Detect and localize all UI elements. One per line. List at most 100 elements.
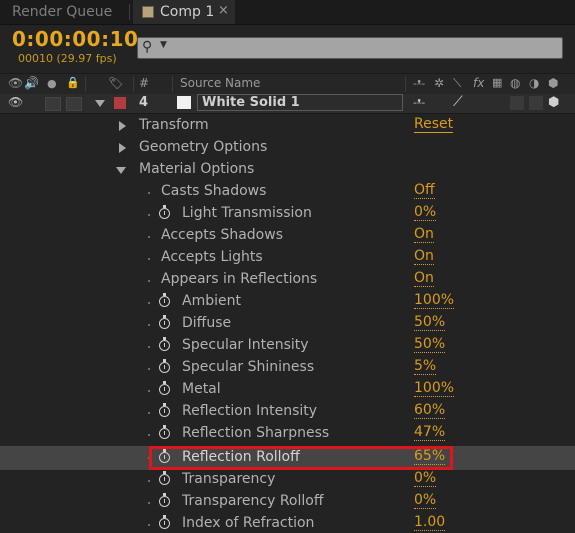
lock-toggle[interactable] — [66, 97, 82, 111]
chevron-down-icon[interactable]: ▼ — [160, 40, 167, 50]
tree-dot — [148, 434, 150, 436]
label-tag-icon[interactable]: 🏷 — [108, 76, 123, 90]
property-row[interactable]: Light Transmission 0% — [0, 203, 575, 225]
property-value[interactable]: On — [414, 249, 434, 265]
property-row[interactable]: Metal 100% — [0, 379, 575, 401]
column-divider — [405, 76, 406, 92]
panel-tab-bar: Render Queue Comp 1 × — [0, 0, 575, 25]
layer-expand-icon[interactable] — [95, 100, 105, 107]
stopwatch-icon[interactable] — [159, 403, 170, 417]
stopwatch-icon[interactable] — [159, 337, 170, 351]
property-row[interactable]: Diffuse 50% — [0, 313, 575, 335]
property-value[interactable]: 47% — [414, 425, 446, 441]
layer-row[interactable]: 👁 4 White Solid 1 -ᵜ- ⟋ ⬢ — [0, 94, 575, 114]
property-label: Light Transmission — [182, 205, 312, 221]
property-value[interactable]: 100% — [414, 381, 455, 397]
property-value[interactable]: 1.00 — [414, 515, 446, 531]
tab-comp-1[interactable]: Comp 1 × — [133, 0, 235, 24]
property-label: Transparency Rolloff — [182, 493, 324, 509]
close-icon[interactable]: × — [218, 0, 229, 23]
layer-name-field[interactable]: White Solid 1 — [197, 94, 403, 111]
property-value[interactable]: 0% — [414, 205, 437, 221]
property-value[interactable]: Off — [414, 183, 435, 199]
expand-arrow-icon[interactable] — [119, 143, 126, 153]
quality-switch-icon[interactable]: ⟋ — [453, 94, 463, 110]
3d-layer-switch-icon[interactable]: ⬢ — [548, 95, 559, 110]
property-row[interactable]: Accepts Shadows On — [0, 225, 575, 247]
property-value[interactable]: 50% — [414, 315, 446, 331]
stopwatch-icon[interactable] — [159, 293, 170, 307]
property-row[interactable]: Accepts Lights On — [0, 247, 575, 269]
tree-dot — [148, 214, 150, 216]
stopwatch-icon[interactable] — [159, 425, 170, 439]
eye-icon[interactable]: 👁 — [8, 95, 23, 109]
adjustment-switch[interactable] — [529, 96, 543, 110]
timeline-header: 0:00:00:10 00010 (29.97 fps) ⚲ ▼ — [0, 25, 575, 71]
property-row[interactable]: Index of Refraction 1.00 — [0, 513, 575, 533]
property-value[interactable]: On — [414, 227, 434, 243]
property-row[interactable]: Ambient 100% — [0, 291, 575, 313]
solo-toggle[interactable] — [45, 97, 61, 111]
collapse-arrow-icon[interactable] — [116, 167, 126, 174]
group-row-geometry-options[interactable]: Geometry Options — [0, 137, 575, 159]
property-row[interactable]: Reflection Intensity 60% — [0, 401, 575, 423]
property-value[interactable]: 60% — [414, 403, 446, 419]
property-row[interactable]: Appears in Reflections On — [0, 269, 575, 291]
stopwatch-icon[interactable] — [159, 315, 170, 329]
quality-icon[interactable]: ⟍ — [453, 76, 461, 91]
highlight-annotation-box — [149, 446, 453, 470]
collapse-icon[interactable]: ✲ — [434, 76, 444, 90]
solo-icon[interactable]: ● — [47, 77, 57, 90]
property-row[interactable]: Specular Intensity 50% — [0, 335, 575, 357]
stopwatch-icon[interactable] — [159, 205, 170, 219]
search-input[interactable]: ⚲ ▼ — [137, 37, 563, 59]
property-label: Casts Shadows — [161, 183, 267, 199]
layer-label-color[interactable] — [114, 97, 126, 109]
property-label: Appears in Reflections — [161, 271, 318, 287]
transform-reset-link[interactable]: Reset — [414, 117, 454, 133]
frame-blend-icon[interactable]: ▦ — [492, 76, 502, 89]
property-row[interactable]: Transparency 0% — [0, 469, 575, 491]
property-value[interactable]: On — [414, 271, 434, 287]
property-row[interactable]: Specular Shininess 5% — [0, 357, 575, 379]
shy-icon[interactable]: -ᵜ- — [413, 77, 425, 90]
stopwatch-icon[interactable] — [159, 515, 170, 529]
column-number[interactable]: # — [139, 76, 149, 90]
stopwatch-icon[interactable] — [159, 471, 170, 485]
audio-icon[interactable]: 🔊 — [24, 76, 39, 90]
tree-dot — [148, 192, 150, 194]
shy-switch-icon[interactable]: -ᵜ- — [413, 96, 425, 109]
property-value[interactable]: 5% — [414, 359, 437, 375]
tab-render-queue[interactable]: Render Queue — [0, 0, 126, 24]
property-label: Diffuse — [182, 315, 232, 331]
group-label: Transform — [139, 117, 209, 133]
motion-blur-icon[interactable]: ◍ — [510, 76, 520, 90]
group-row-material-options[interactable]: Material Options — [0, 159, 575, 181]
property-value[interactable]: 100% — [414, 293, 455, 309]
fx-icon[interactable]: fx — [473, 76, 484, 90]
stopwatch-icon[interactable] — [159, 493, 170, 507]
property-value[interactable]: 50% — [414, 337, 446, 353]
stopwatch-icon[interactable] — [159, 381, 170, 395]
property-value[interactable]: 0% — [414, 493, 437, 509]
tree-dot — [148, 480, 150, 482]
property-value[interactable]: 0% — [414, 471, 437, 487]
property-row[interactable]: Casts Shadows Off — [0, 181, 575, 203]
group-label: Geometry Options — [139, 139, 268, 155]
property-row[interactable]: Reflection Sharpness 47% — [0, 423, 575, 445]
property-row[interactable]: Transparency Rolloff 0% — [0, 491, 575, 513]
adjustment-icon[interactable]: ◑ — [529, 76, 539, 90]
column-source-name[interactable]: Source Name — [180, 76, 260, 90]
3d-layer-icon[interactable]: ⬢ — [548, 76, 558, 90]
current-time-display[interactable]: 0:00:00:10 — [12, 27, 138, 51]
expand-arrow-icon[interactable] — [119, 121, 126, 131]
frame-rate-display: 00010 (29.97 fps) — [18, 52, 117, 65]
column-divider — [172, 76, 173, 92]
stopwatch-icon[interactable] — [159, 359, 170, 373]
property-label: Transparency — [182, 471, 276, 487]
motion-blur-switch[interactable] — [510, 96, 524, 110]
group-row-transform[interactable]: Transform Reset — [0, 115, 575, 137]
tree-dot — [148, 302, 150, 304]
lock-icon[interactable]: 🔒 — [66, 76, 80, 89]
eye-icon[interactable]: 👁 — [8, 76, 23, 90]
